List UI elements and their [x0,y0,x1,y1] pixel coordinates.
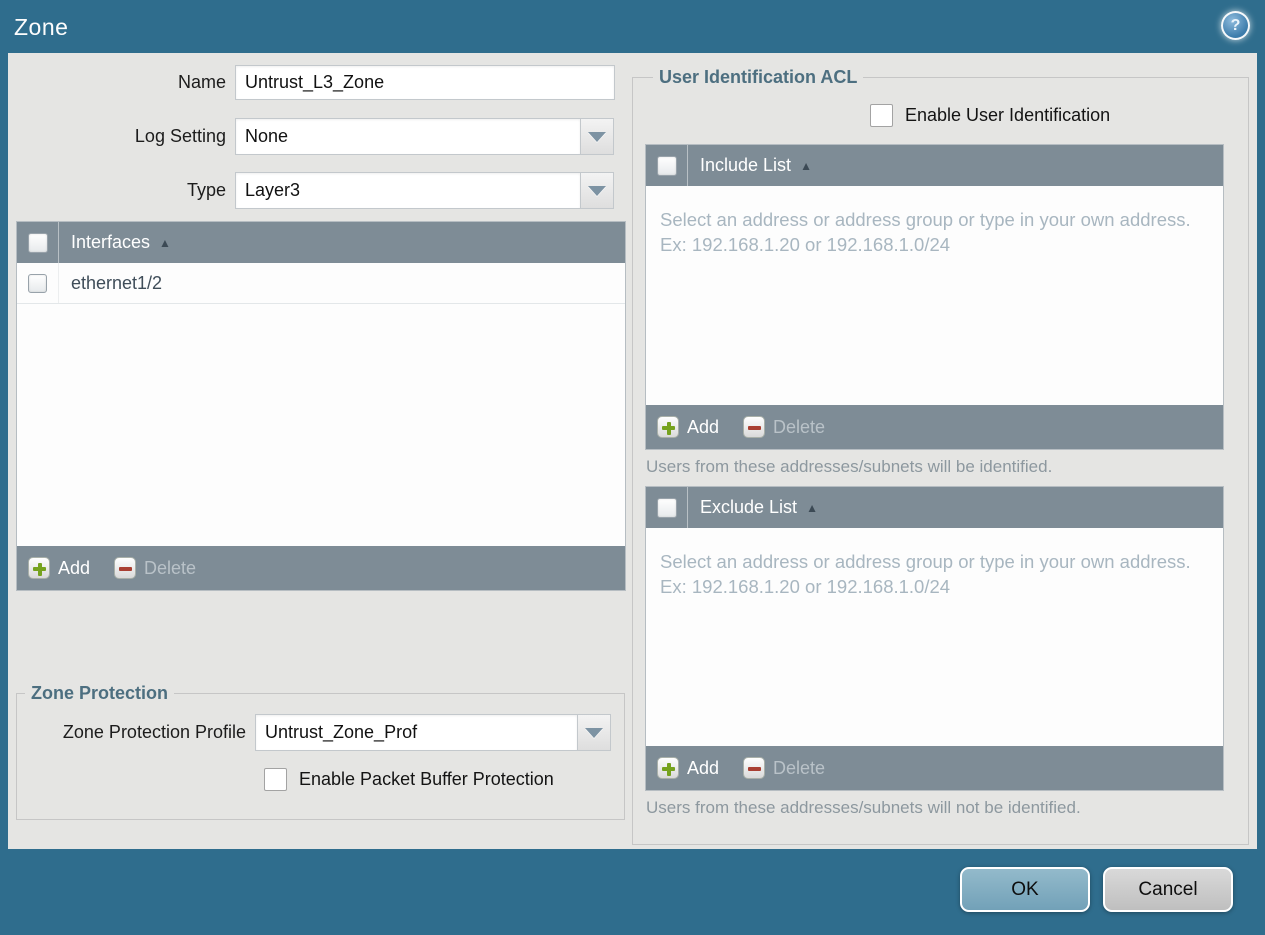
log-setting-row: Log Setting None [8,118,614,155]
chevron-down-icon[interactable] [581,172,614,209]
page-title: Zone [14,14,69,40]
interfaces-header-label: Interfaces [71,232,151,252]
exclude-list-placeholder: Select an address or address group or ty… [660,551,1191,597]
enable-packet-buffer-checkbox[interactable] [264,768,287,791]
interfaces-table-header: Interfaces ▲ [17,222,625,263]
triangle-glyph [588,185,606,196]
exclude-list-header: Exclude List ▲ [646,487,1223,528]
interfaces-table-toolbar: Add Delete [17,546,625,590]
exclude-list-body[interactable]: Select an address or address group or ty… [646,528,1223,746]
name-label: Name [177,72,226,92]
interface-name: ethernet1/2 [71,272,163,293]
include-list-caption: Users from these addresses/subnets will … [646,457,1053,476]
add-interface-button[interactable]: Add [28,557,90,579]
add-label: Add [687,757,720,778]
delete-include-button[interactable]: Delete [743,416,825,438]
delete-label: Delete [773,416,826,437]
include-list-toolbar: Add Delete [646,405,1223,449]
user-identification-acl-legend: User Identification ACL [659,67,858,87]
zone-protection-profile-select[interactable]: Untrust_Zone_Prof [255,714,611,751]
cancel-button[interactable]: Cancel [1103,867,1233,912]
exclude-list-panel: Exclude List ▲ Select an address or addr… [645,486,1224,791]
header-checkbox-cell [646,487,688,528]
plus-icon [657,416,679,438]
help-icon[interactable]: ? [1221,11,1250,40]
include-list-column-header[interactable]: Include List ▲ [688,155,812,176]
plus-icon [657,757,679,779]
row-checkbox-cell [17,263,59,303]
enable-user-identification-label: Enable User Identification [905,105,1111,125]
select-all-exclude-checkbox[interactable] [656,497,677,518]
type-row: Type Layer3 [8,172,614,209]
ok-button[interactable]: OK [960,867,1090,912]
header-checkbox-cell [646,145,688,186]
chevron-down-icon[interactable] [578,714,611,751]
triangle-glyph [585,727,603,738]
log-setting-label: Log Setting [134,126,226,146]
sort-asc-icon[interactable]: ▲ [159,237,171,249]
name-input[interactable] [235,65,615,100]
table-row[interactable]: ethernet1/2 [17,263,625,304]
minus-icon [743,416,766,438]
delete-label: Delete [773,757,826,778]
enable-user-identification-checkbox[interactable] [870,104,893,127]
zone-dialog-body: Name Log Setting None Type Layer3 Interf… [8,53,1257,849]
packet-buffer-row: Enable Packet Buffer Protection [264,768,624,791]
include-list-panel: Include List ▲ Select an address or addr… [645,144,1224,450]
exclude-list-label: Exclude List [700,497,798,517]
minus-icon [743,757,766,779]
dialog-titlebar: Zone ? [0,0,1265,53]
exclude-list-caption: Users from these addresses/subnets will … [646,798,1081,817]
user-identification-acl-section: User Identification ACL Enable User Iden… [632,67,1249,845]
zone-protection-profile-row: Zone Protection Profile Untrust_Zone_Pro… [17,714,624,751]
zone-protection-profile-value[interactable]: Untrust_Zone_Prof [255,714,578,751]
packet-buffer-label: Enable Packet Buffer Protection [299,769,554,789]
interfaces-table: Interfaces ▲ ethernet1/2 Add Delete [16,221,626,591]
add-include-button[interactable]: Add [657,416,719,438]
log-setting-select[interactable]: None [235,118,614,155]
triangle-glyph [588,131,606,142]
include-list-label: Include List [700,155,792,175]
interface-row-checkbox[interactable] [28,273,47,293]
zone-protection-section: Zone Protection Zone Protection Profile … [16,683,625,820]
type-label: Type [186,180,226,200]
select-all-interfaces-checkbox[interactable] [27,232,48,253]
add-label: Add [687,416,720,437]
delete-exclude-button[interactable]: Delete [743,757,825,779]
sort-asc-icon[interactable]: ▲ [800,160,812,172]
include-list-header: Include List ▲ [646,145,1223,186]
type-value[interactable]: Layer3 [235,172,581,209]
include-list-body[interactable]: Select an address or address group or ty… [646,186,1223,405]
type-select[interactable]: Layer3 [235,172,614,209]
enable-user-identification-row: Enable User Identification [870,104,1236,127]
chevron-down-icon[interactable] [581,118,614,155]
add-exclude-button[interactable]: Add [657,757,719,779]
interfaces-column-header[interactable]: Interfaces ▲ [59,232,171,253]
add-label: Add [58,557,91,578]
plus-icon [28,557,50,579]
name-row: Name [8,65,615,100]
exclude-list-toolbar: Add Delete [646,746,1223,790]
interfaces-table-body: ethernet1/2 [17,263,625,546]
zone-protection-legend: Zone Protection [31,683,169,703]
sort-asc-icon[interactable]: ▲ [806,502,818,514]
delete-label: Delete [144,557,197,578]
header-checkbox-cell [17,222,59,263]
zone-protection-profile-label: Zone Protection Profile [62,722,246,742]
select-all-include-checkbox[interactable] [656,155,677,176]
delete-interface-button[interactable]: Delete [114,557,196,579]
include-list-placeholder: Select an address or address group or ty… [660,209,1191,255]
log-setting-value[interactable]: None [235,118,581,155]
exclude-list-column-header[interactable]: Exclude List ▲ [688,497,818,518]
minus-icon [114,557,137,579]
